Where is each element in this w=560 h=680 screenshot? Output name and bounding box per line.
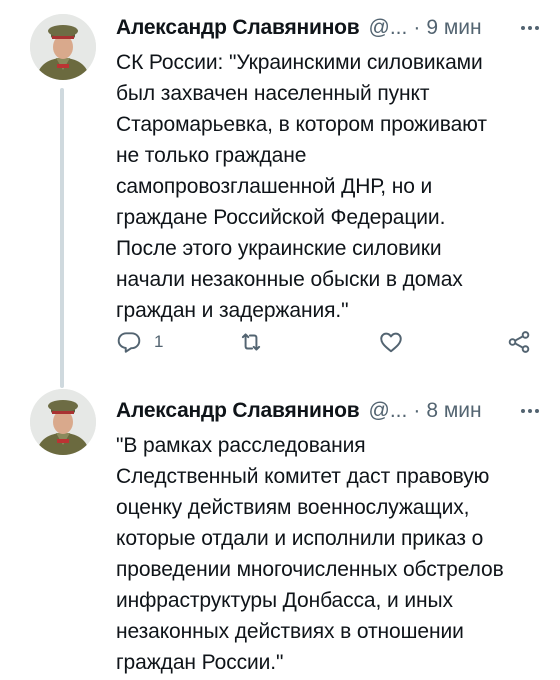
- tweet-actions: 1: [116, 329, 542, 361]
- more-horizontal-icon[interactable]: [518, 399, 542, 423]
- retweet-button[interactable]: [238, 329, 264, 355]
- author-name[interactable]: Александр Славянинов: [116, 16, 360, 40]
- separator-dot: ·: [413, 16, 421, 39]
- author-handle[interactable]: @...: [369, 399, 408, 423]
- like-button[interactable]: [378, 329, 404, 355]
- share-button[interactable]: [506, 329, 532, 355]
- author-handle[interactable]: @...: [369, 16, 408, 40]
- avatar[interactable]: [30, 14, 96, 80]
- reply-button[interactable]: 1: [116, 329, 163, 355]
- share-icon: [508, 331, 530, 353]
- more-horizontal-icon[interactable]: [518, 16, 542, 40]
- tweet[interactable]: Александр Славянинов @... · 9 мин СК Рос…: [0, 0, 560, 380]
- like-icon: [380, 332, 402, 353]
- avatar[interactable]: [30, 389, 96, 455]
- tweet-text: "В рамках расследования Следственный ком…: [116, 434, 504, 674]
- author-name[interactable]: Александр Славянинов: [116, 399, 360, 423]
- timestamp[interactable]: 8 мин: [426, 399, 481, 423]
- retweet-icon: [241, 333, 261, 351]
- reply-icon: [117, 332, 141, 353]
- tweet[interactable]: Александр Славянинов @... · 8 мин "В рам…: [0, 380, 560, 680]
- separator-dot: ·: [413, 399, 421, 422]
- tweet-text: СК России: "Украинскими силовиками был з…: [116, 51, 487, 322]
- timestamp[interactable]: 9 мин: [426, 16, 481, 40]
- reply-count: 1: [154, 332, 164, 351]
